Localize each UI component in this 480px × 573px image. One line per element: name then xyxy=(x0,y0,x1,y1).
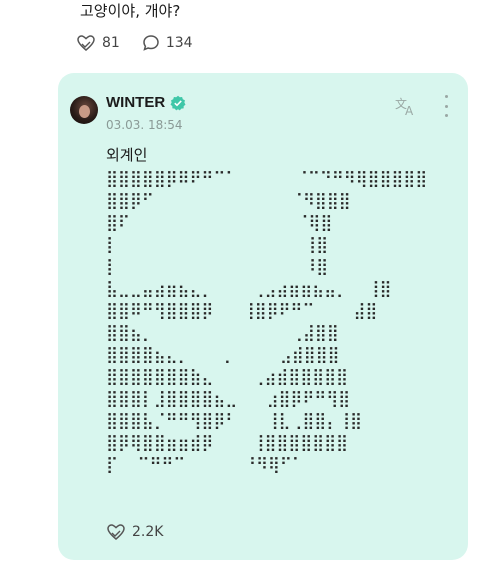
like-count: 81 xyxy=(102,35,120,51)
more-options-button[interactable] xyxy=(441,95,451,117)
avatar[interactable] xyxy=(70,96,98,124)
post-actions: 81 134 xyxy=(76,34,193,52)
comment-button[interactable]: 134 xyxy=(142,34,193,52)
page: 고양이야, 개야? 81 134 WINTER 03.03. 18:54 文 A… xyxy=(0,0,480,573)
translate-button[interactable]: 文 A xyxy=(394,95,418,118)
translate-icon: 文 A xyxy=(395,96,414,118)
author-name-row[interactable]: WINTER xyxy=(106,94,186,111)
more-vertical-icon xyxy=(444,95,448,98)
heart-hand-icon xyxy=(107,524,125,540)
quoted-like-count: 2.2K xyxy=(132,524,164,540)
post-timestamp: 03.03. 18:54 xyxy=(106,118,183,132)
like-button[interactable]: 81 xyxy=(76,34,120,52)
quoted-like-button[interactable]: 2.2K xyxy=(106,523,163,541)
author-name[interactable]: WINTER xyxy=(106,94,165,111)
post-text: 고양이야, 개야? xyxy=(80,2,181,20)
quoted-post-card[interactable]: WINTER 03.03. 18:54 文 A 외계인 ⣿⣿⣿⣿⣿⡿⠿⠟⠛⠉⠁ … xyxy=(58,73,468,560)
quoted-post-text: 외계인 xyxy=(106,146,148,164)
heart-hand-icon xyxy=(77,35,95,51)
speech-bubble-icon xyxy=(143,35,159,51)
svg-text:A: A xyxy=(405,104,414,117)
comment-count: 134 xyxy=(165,35,193,51)
braille-ascii-art: ⣿⣿⣿⣿⣿⡿⠿⠟⠛⠉⠁ ⠈⠉⠙⠛⠻⢿⣿⣿⣿⣿⣿ ⣿⣿⡿⠋ ⠈⠻⣿⣿⣿ ⣿⠏ ⠈⢿… xyxy=(106,169,428,474)
verified-badge-icon xyxy=(170,95,186,110)
